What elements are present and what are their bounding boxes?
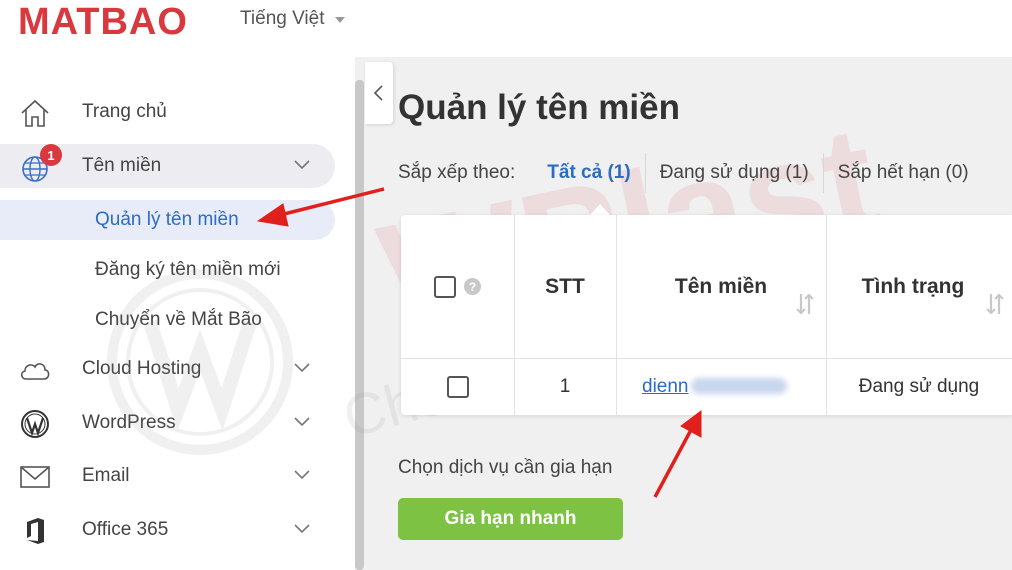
filter-tab-expiring[interactable]: Sắp hết hạn (0) (822, 153, 983, 193)
column-header-stt: STT (545, 274, 585, 298)
sort-icon[interactable] (984, 291, 1006, 317)
quick-renew-button[interactable]: Gia hạn nhanh (398, 498, 623, 540)
chevron-down-icon[interactable] (293, 415, 311, 427)
sidebar-item-office-365[interactable]: Office 365 (0, 508, 335, 552)
sidebar-item-label: Office 365 (82, 519, 169, 540)
renew-label: Chọn dịch vụ cần gia hạn (398, 457, 613, 478)
column-header-domain[interactable]: Tên miền (616, 215, 826, 358)
sidebar-item-home[interactable]: Trang chủ (0, 90, 335, 134)
filter-tab-in-use[interactable]: Đang sử dụng (1) (644, 153, 823, 193)
cloud-icon (20, 363, 50, 380)
column-header-label: Tình trạng (861, 274, 965, 298)
sidebar-subitem-label: Chuyển về Mắt Bão (95, 309, 262, 330)
sidebar-item-label: Email (82, 465, 130, 486)
language-label: Tiếng Việt (240, 8, 325, 29)
table-cell-stt: 1 (559, 375, 571, 397)
sidebar-subitem-manage-domains[interactable]: Quản lý tên miền (0, 200, 335, 240)
page-title: Quản lý tên miền (398, 88, 680, 127)
sidebar-subitem-register-domain[interactable]: Đăng ký tên miền mới (0, 250, 335, 290)
sidebar-item-wordpress[interactable]: WordPress (0, 401, 335, 445)
chevron-left-icon (373, 85, 383, 101)
top-bar: MATBAO Tiếng Việt (0, 0, 1012, 57)
row-checkbox[interactable] (446, 375, 469, 398)
column-header-label: Tên miền (674, 274, 768, 298)
table-cell-status: Đang sử dụng (858, 375, 980, 397)
sidebar-item-label: Cloud Hosting (82, 358, 202, 379)
filter-tab-all[interactable]: Tất cả (1) (547, 153, 644, 193)
domain-name: dienn (642, 375, 689, 397)
wordpress-icon (21, 410, 49, 438)
sidebar-item-label: Trang chủ (82, 101, 167, 122)
envelope-icon (20, 466, 50, 488)
chevron-down-icon[interactable] (293, 522, 311, 534)
home-icon (21, 99, 49, 127)
sidebar-item-domains[interactable]: 1 Tên miền (0, 144, 335, 188)
sort-label: Sắp xếp theo: (398, 162, 516, 183)
column-header-status[interactable]: Tình trạng (826, 215, 1012, 358)
sidebar-item-cloud-hosting[interactable]: Cloud Hosting (0, 347, 335, 391)
header-select-cell: ? (401, 215, 514, 358)
notification-badge: 1 (40, 144, 62, 166)
sidebar: Trang chủ 1 Tên miền Quản lý tên miền Đă… (0, 57, 355, 570)
help-icon[interactable]: ? (464, 278, 481, 295)
blurred-domain-part (690, 378, 787, 395)
domain-table: ? STT Tên miền Tình trạng 1 dienn Đang s… (401, 215, 1012, 415)
sidebar-item-label: Tên miền (82, 155, 162, 176)
select-all-checkbox[interactable] (434, 275, 456, 298)
sidebar-scrollbar[interactable] (355, 80, 364, 570)
active-tab-pointer (590, 204, 610, 215)
caret-down-icon (334, 17, 345, 23)
office-icon (27, 518, 44, 544)
sort-icon[interactable] (794, 291, 816, 317)
sidebar-item-email[interactable]: Email (0, 454, 335, 498)
arrow-to-domain (653, 410, 702, 498)
matbao-logo[interactable]: MATBAO (18, 2, 208, 40)
sidebar-item-label: WordPress (82, 412, 176, 433)
chevron-down-icon[interactable] (293, 361, 311, 373)
svg-text:MATBAO: MATBAO (18, 2, 188, 40)
table-row-select-cell (401, 358, 514, 415)
collapse-sidebar-button[interactable] (365, 62, 393, 124)
filter-bar: Sắp xếp theo: Tất cả (1) Đang sử dụng (1… (398, 153, 983, 193)
sidebar-subitem-label: Quản lý tên miền (95, 209, 239, 230)
domain-link[interactable]: dienn (642, 376, 787, 398)
chevron-down-icon[interactable] (293, 468, 311, 480)
sidebar-subitem-label: Đăng ký tên miền mới (95, 259, 281, 280)
table-cell-domain: dienn (616, 358, 826, 415)
chevron-up-icon[interactable] (293, 158, 311, 170)
language-selector[interactable]: Tiếng Việt (240, 8, 345, 30)
sidebar-subitem-transfer-domain[interactable]: Chuyển về Mắt Bão (0, 300, 335, 340)
